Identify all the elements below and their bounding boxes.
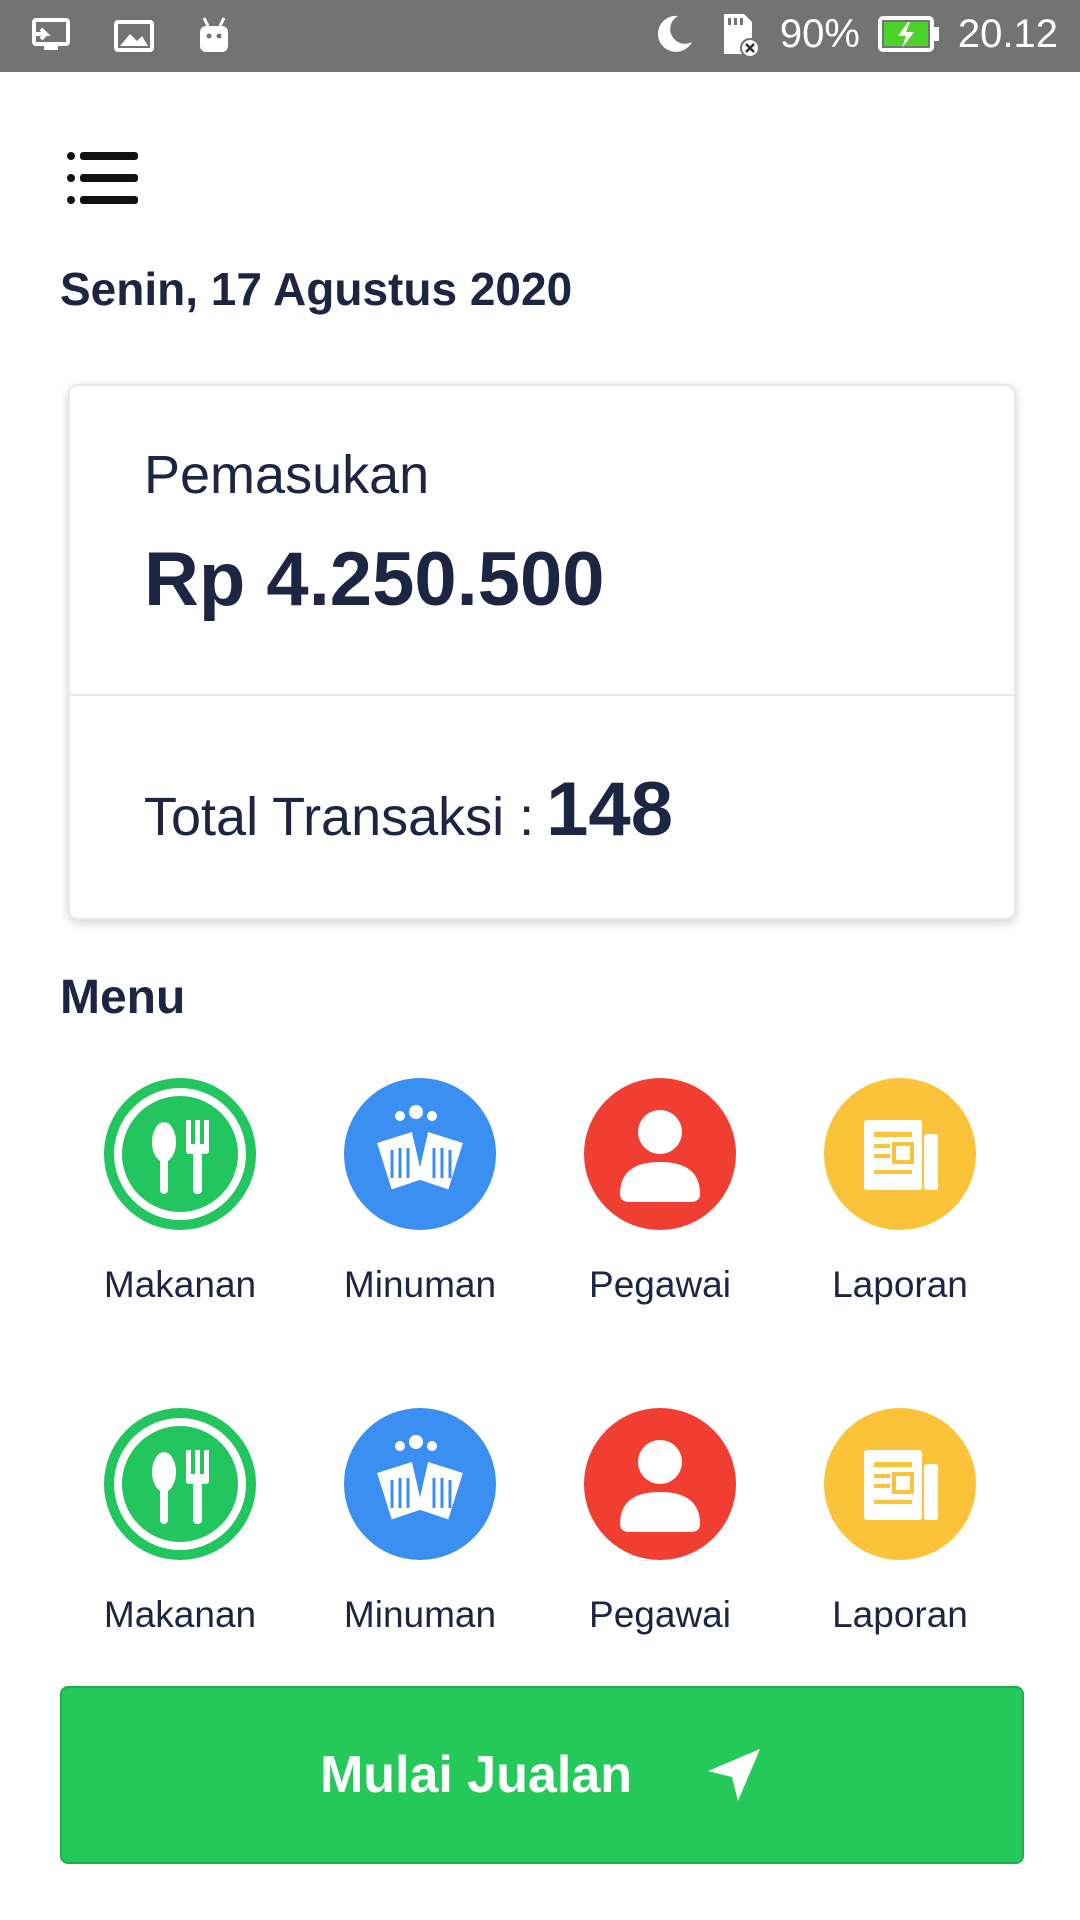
- menu-item-laporan[interactable]: Laporan: [780, 1078, 1020, 1308]
- menu-item-pegawai[interactable]: Pegawai: [540, 1078, 780, 1308]
- income-summary-card: Pemasukan Rp 4.250.500 Total Transaksi :…: [68, 384, 1016, 920]
- sd-card-icon: [723, 14, 760, 58]
- menu-item-laporan[interactable]: Laporan: [780, 1408, 1020, 1638]
- gallery-icon: [114, 20, 154, 52]
- start-selling-button[interactable]: Mulai Jualan: [60, 1686, 1024, 1864]
- menu-item-label: Pegawai: [589, 1594, 731, 1635]
- food-icon: [104, 1078, 256, 1230]
- battery-charging-icon: [877, 16, 939, 52]
- income-label: Pemasukan: [144, 445, 430, 505]
- food-icon: [104, 1408, 256, 1560]
- report-icon: [824, 1078, 976, 1230]
- menu-item-label: Laporan: [832, 1264, 968, 1305]
- clock: 20.12: [957, 11, 1058, 56]
- menu-item-label: Makanan: [103, 1594, 257, 1635]
- menu-item-minuman[interactable]: Minuman: [300, 1408, 540, 1638]
- income-section: Pemasukan Rp 4.250.500: [70, 386, 1014, 696]
- transactions-label: Total Transaksi :: [144, 787, 535, 847]
- android-icon: [200, 17, 228, 52]
- battery-percent: 90%: [779, 11, 860, 56]
- menu-section-title: Menu: [60, 971, 186, 1024]
- menu-item-label: Pegawai: [589, 1264, 731, 1305]
- transactions-value: 148: [546, 767, 673, 852]
- drinks-icon: [344, 1408, 496, 1560]
- menu-item-minuman[interactable]: Minuman: [300, 1078, 540, 1308]
- report-icon: [824, 1408, 976, 1560]
- menu-item-label: Laporan: [832, 1594, 968, 1635]
- start-selling-label: Mulai Jualan: [319, 1746, 633, 1804]
- send-icon: [708, 1749, 761, 1801]
- menu-item-label: Minuman: [343, 1594, 497, 1635]
- transactions-row: Total Transaksi : 148: [144, 766, 673, 853]
- hamburger-button[interactable]: [66, 150, 146, 206]
- date-heading: Senin, 17 Agustus 2020: [60, 263, 573, 315]
- moon-icon: [657, 15, 692, 52]
- income-value: Rp 4.250.500: [144, 537, 605, 622]
- status-bar: 90% 20.12: [0, 0, 1080, 72]
- menu-item-pegawai[interactable]: Pegawai: [540, 1408, 780, 1638]
- employee-icon: [584, 1078, 736, 1230]
- menu-item-makanan[interactable]: Makanan: [60, 1408, 300, 1638]
- menu-item-label: Makanan: [103, 1264, 257, 1305]
- menu-item-makanan[interactable]: Makanan: [60, 1078, 300, 1308]
- hamburger-icon: [67, 152, 138, 204]
- employee-icon: [584, 1408, 736, 1560]
- menu-item-label: Minuman: [343, 1264, 497, 1305]
- screen-cast-icon: [32, 18, 70, 50]
- drinks-icon: [344, 1078, 496, 1230]
